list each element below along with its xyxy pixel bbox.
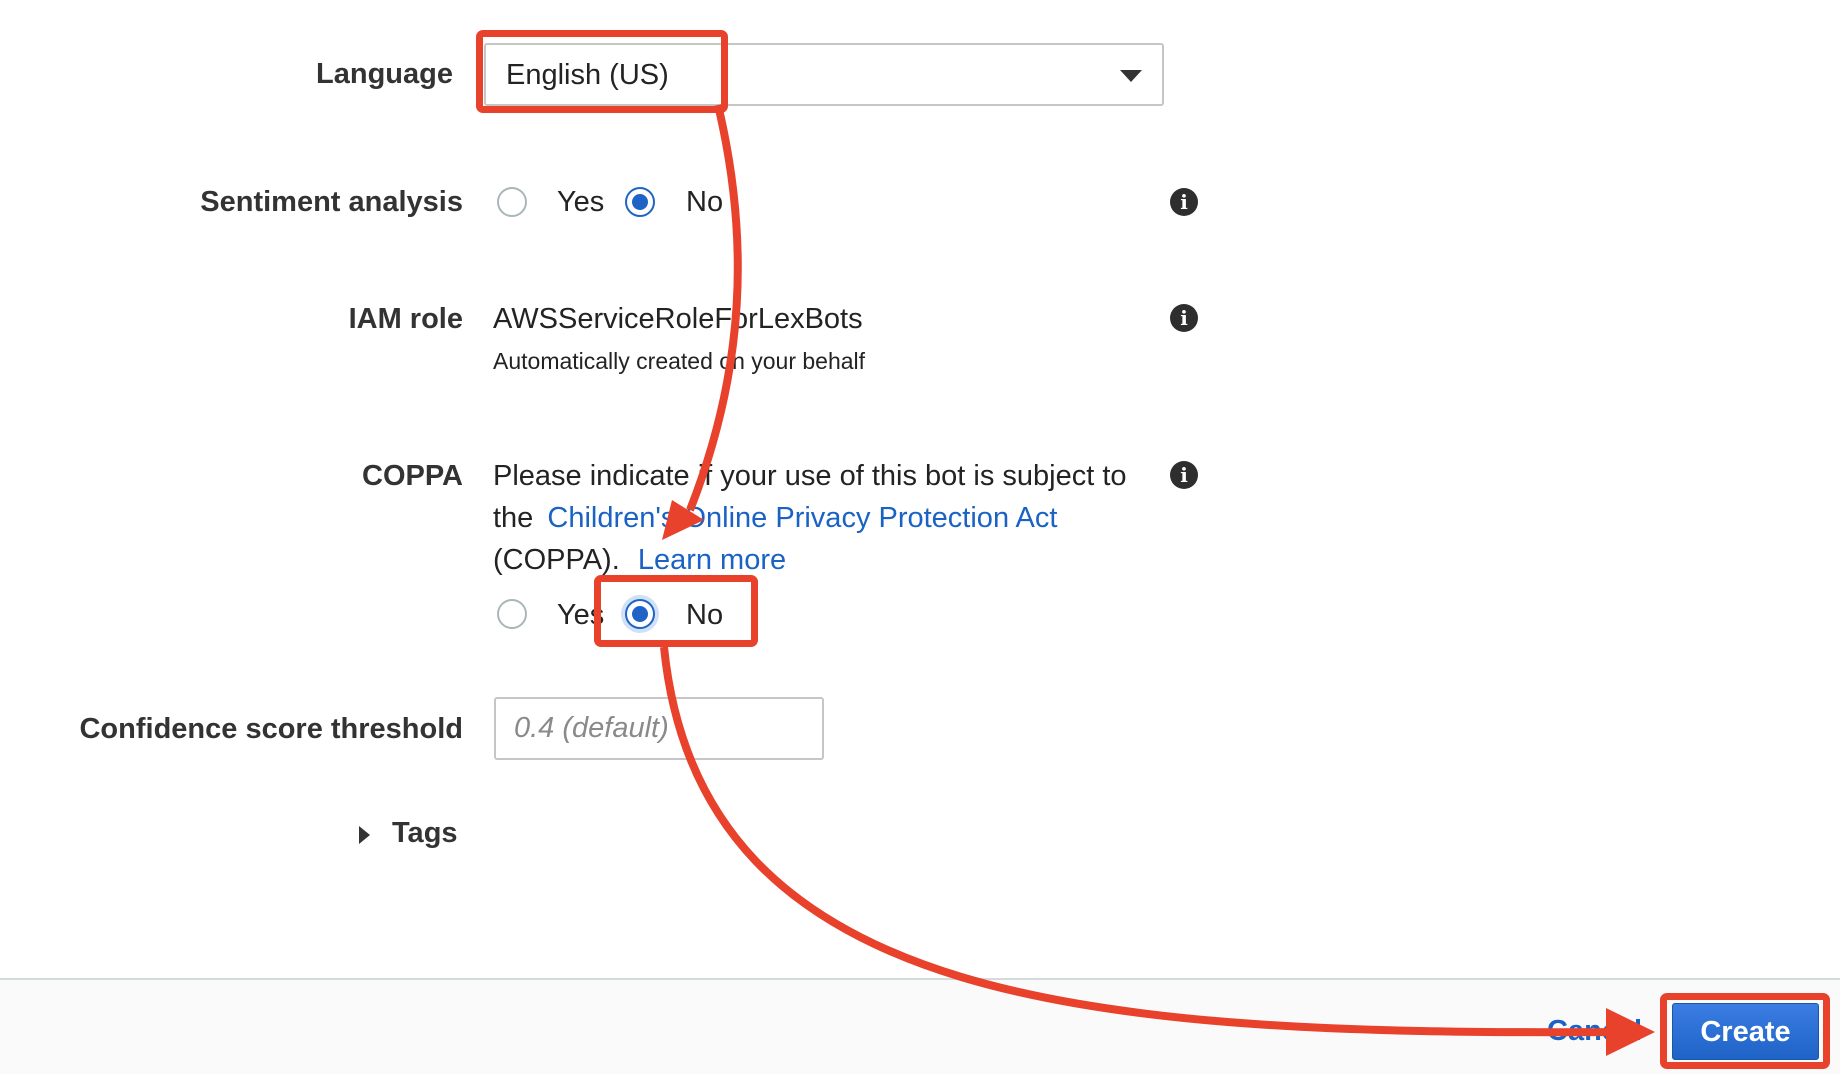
arrow-head-1: [662, 500, 704, 540]
arrow-annotation: [660, 104, 1655, 1056]
arrow-language-to-coppa: [686, 104, 742, 512]
arrow-coppa-to-create: [660, 646, 1621, 1037]
arrow-head-2: [1606, 1008, 1655, 1056]
